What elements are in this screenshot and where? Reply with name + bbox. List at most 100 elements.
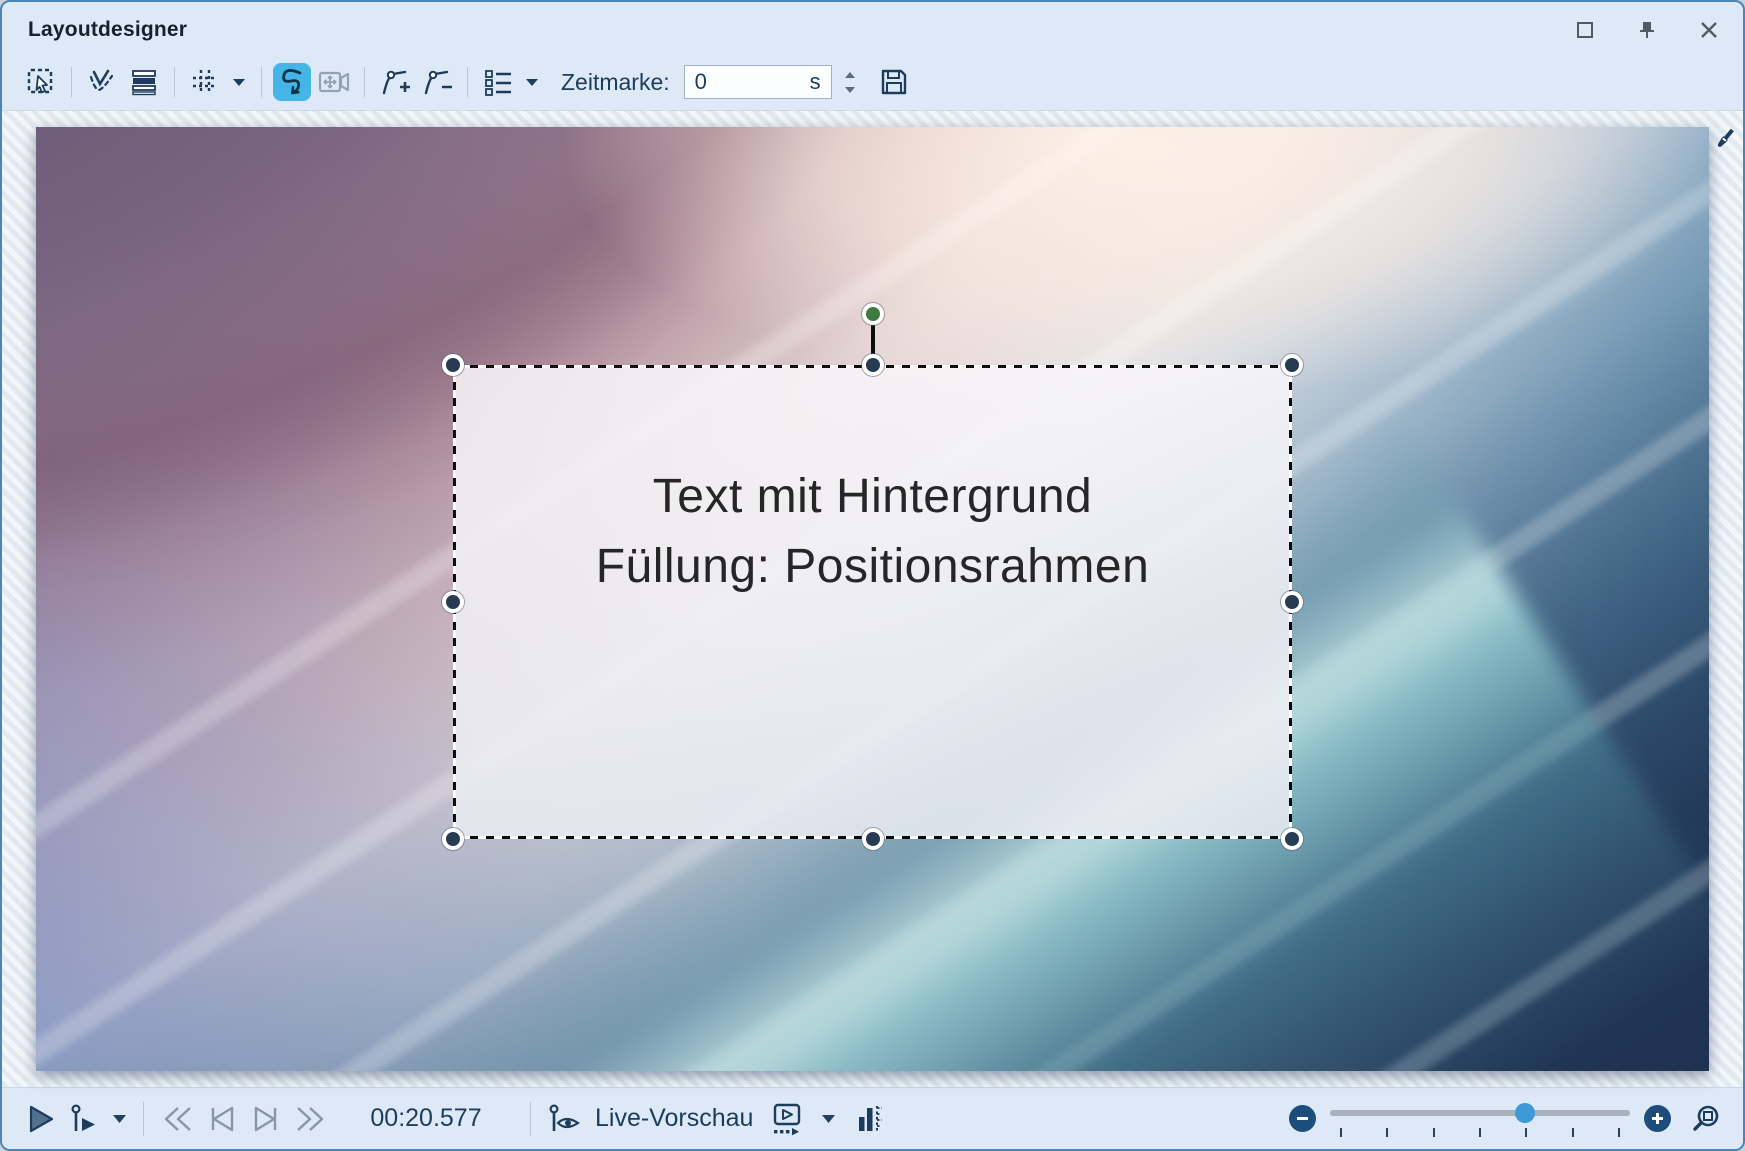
textbox-line2: Füllung: Positionsrahmen <box>454 532 1291 602</box>
keyframe-list-button[interactable] <box>479 63 517 101</box>
spinner-down-button[interactable] <box>841 84 859 96</box>
next-button[interactable] <box>244 1099 288 1139</box>
play-options-dropdown-button[interactable] <box>106 1099 133 1139</box>
smooth-curve-icon <box>276 66 308 98</box>
pin-icon <box>1637 20 1657 40</box>
timeline-stats-button[interactable] <box>848 1099 890 1139</box>
previous-button[interactable] <box>200 1099 244 1139</box>
zeitmarke-input[interactable]: 0 s <box>684 65 832 99</box>
select-tool-icon <box>25 66 57 98</box>
preview-dropdown-button[interactable] <box>815 1099 842 1139</box>
pin-button[interactable] <box>1633 16 1661 44</box>
previous-icon <box>206 1104 238 1134</box>
add-curve-point-button[interactable] <box>376 63 414 101</box>
close-button[interactable] <box>1695 16 1723 44</box>
zoom-control <box>1289 1099 1727 1139</box>
resize-handle-nw[interactable] <box>442 354 464 376</box>
camera-pan-icon <box>317 66 351 98</box>
maximize-icon <box>1575 20 1595 40</box>
maximize-button[interactable] <box>1571 16 1599 44</box>
tick <box>1340 1128 1342 1137</box>
preview-window-icon <box>769 1102 803 1136</box>
tick <box>1479 1128 1481 1137</box>
motion-path-icon <box>86 66 118 98</box>
zoom-slider-ticks <box>1340 1128 1620 1137</box>
select-tool-button[interactable] <box>22 63 60 101</box>
grid-dropdown-button[interactable] <box>228 63 250 101</box>
canvas-brush-corner[interactable] <box>1711 125 1737 160</box>
grid-icon <box>189 66 221 98</box>
tick <box>1618 1128 1620 1137</box>
zoom-fit-icon <box>1691 1104 1721 1134</box>
forward-button[interactable] <box>288 1099 334 1139</box>
tick <box>1525 1128 1527 1137</box>
zoom-slider-thumb[interactable] <box>1515 1103 1535 1123</box>
smooth-curve-button[interactable] <box>273 63 311 101</box>
dropdown-icon <box>821 1114 836 1124</box>
zoom-slider-track[interactable] <box>1330 1110 1630 1116</box>
transport-separator <box>530 1102 531 1136</box>
tick <box>1386 1128 1388 1137</box>
rotation-handle[interactable] <box>862 303 884 325</box>
next-icon <box>250 1104 282 1134</box>
toolbar-separator <box>467 67 468 97</box>
camera-pan-button[interactable] <box>315 63 353 101</box>
zoom-out-button[interactable] <box>1289 1105 1316 1132</box>
zeitmarke-unit: s <box>810 69 821 95</box>
grid-button[interactable] <box>186 63 224 101</box>
zoom-fit-button[interactable] <box>1685 1099 1727 1139</box>
zeitmarke-label: Zeitmarke: <box>561 69 670 96</box>
window-title: Layoutdesigner <box>28 18 187 42</box>
rewind-button[interactable] <box>154 1099 200 1139</box>
window-controls <box>1571 16 1723 44</box>
live-preview-pin-eye-icon <box>547 1103 581 1135</box>
tick <box>1572 1128 1574 1137</box>
tick <box>1433 1128 1435 1137</box>
dropdown-icon <box>232 78 246 87</box>
resize-handle-ne[interactable] <box>1281 354 1303 376</box>
layoutdesigner-window: Layoutdesigner <box>0 0 1745 1151</box>
motion-path-button[interactable] <box>83 63 121 101</box>
rewind-icon <box>160 1104 194 1134</box>
resize-handle-e[interactable] <box>1281 591 1303 613</box>
timeline-stats-icon <box>854 1103 884 1135</box>
slide-canvas[interactable]: Text mit Hintergrund Füllung: Positionsr… <box>36 127 1709 1071</box>
zoom-in-button[interactable] <box>1644 1105 1671 1132</box>
add-curve-point-icon <box>379 66 411 98</box>
keyframe-list-dropdown-button[interactable] <box>521 63 543 101</box>
save-button[interactable] <box>875 63 913 101</box>
remove-curve-point-icon <box>421 66 453 98</box>
spinner-down-icon <box>844 86 856 94</box>
spinner-up-button[interactable] <box>841 69 859 81</box>
forward-icon <box>294 1104 328 1134</box>
zoom-slider[interactable] <box>1330 1102 1630 1136</box>
layer-stack-icon <box>128 66 160 98</box>
resize-handle-w[interactable] <box>442 591 464 613</box>
toolbar-separator <box>71 67 72 97</box>
workspace: Text mit Hintergrund Füllung: Positionsr… <box>2 110 1743 1087</box>
preview-window-button[interactable] <box>763 1099 809 1139</box>
toolbar-separator <box>364 67 365 97</box>
resize-handle-se[interactable] <box>1281 828 1303 850</box>
spinner-up-icon <box>844 71 856 79</box>
layer-stack-button[interactable] <box>125 63 163 101</box>
textbox-line1: Text mit Hintergrund <box>454 462 1291 532</box>
live-preview-group: Live-Vorschau <box>541 1099 890 1139</box>
play-from-marker-icon <box>68 1104 100 1134</box>
resize-handle-sw[interactable] <box>442 828 464 850</box>
play-button[interactable] <box>20 1099 62 1139</box>
resize-handle-s[interactable] <box>862 828 884 850</box>
zeitmarke-value: 0 <box>695 69 707 95</box>
selected-textbox[interactable]: Text mit Hintergrund Füllung: Positionsr… <box>454 366 1291 838</box>
titlebar[interactable]: Layoutdesigner <box>2 2 1743 58</box>
save-icon <box>879 67 909 97</box>
zeitmarke-spinner <box>841 69 859 96</box>
zoom-out-icon <box>1295 1111 1310 1126</box>
toolbar-separator <box>261 67 262 97</box>
live-preview-toggle[interactable] <box>541 1099 587 1139</box>
resize-handle-n[interactable] <box>862 354 884 376</box>
remove-curve-point-button[interactable] <box>418 63 456 101</box>
time-display: 00:20.577 <box>362 1104 490 1133</box>
play-from-marker-button[interactable] <box>62 1099 106 1139</box>
close-icon <box>1699 20 1719 40</box>
